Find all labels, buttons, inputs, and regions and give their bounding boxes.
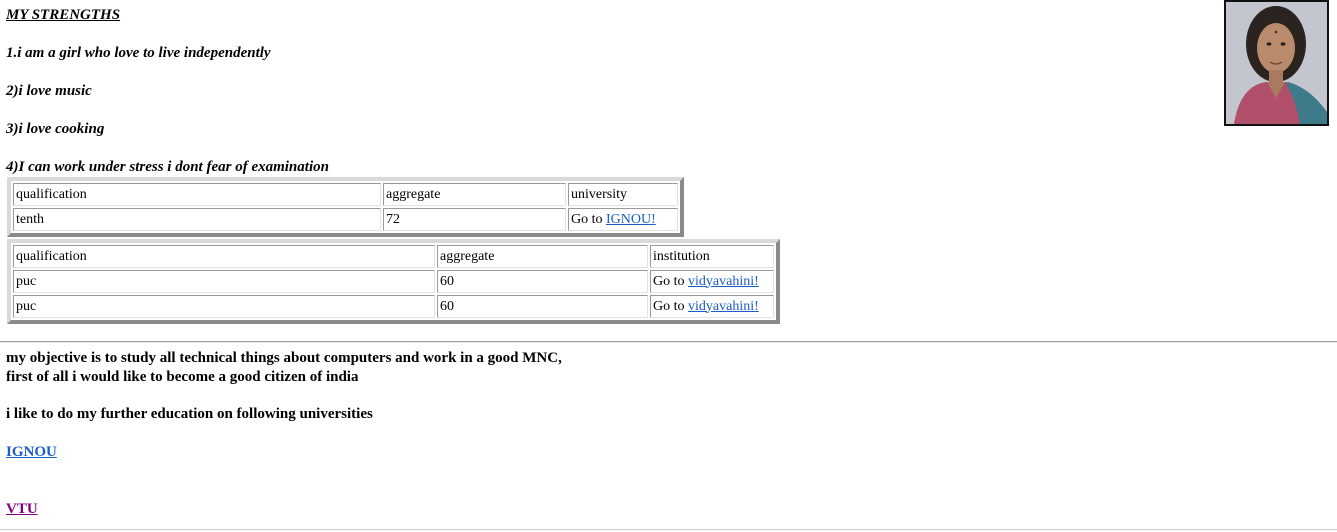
header-qualification: qualification <box>13 245 435 268</box>
table-header-row: qualification aggregate institution <box>13 245 774 268</box>
bottom-divider <box>0 529 1337 530</box>
header-university: university <box>568 183 678 206</box>
cell-institution: Go to vidyavahini! <box>650 270 774 293</box>
cell-university: Go to IGNOU! <box>568 208 678 231</box>
vidyavahini-link[interactable]: vidyavahini! <box>688 299 759 314</box>
header-qualification: qualification <box>13 183 381 206</box>
ignou-university-link[interactable]: IGNOU <box>6 444 57 461</box>
puc-qualification-table: qualification aggregate institution puc … <box>7 239 780 324</box>
cell-aggregate: 60 <box>437 270 648 293</box>
tenth-qualification-table: qualification aggregate university tenth… <box>7 177 684 237</box>
table-header-row: qualification aggregate university <box>13 183 678 206</box>
objective-line: first of all i would like to become a go… <box>6 369 359 385</box>
profile-photo-image <box>1226 2 1327 124</box>
objective-line: my objective is to study all technical t… <box>6 350 562 366</box>
strength-item: 1.i am a girl who love to live independe… <box>6 45 271 61</box>
vidyavahini-link[interactable]: vidyavahini! <box>688 274 759 289</box>
cell-qualification: puc <box>13 295 435 318</box>
cell-institution: Go to vidyavahini! <box>650 295 774 318</box>
page: MY STRENGTHS 1.i am a girl who love to l… <box>0 0 1337 532</box>
strength-item: 4)I can work under stress i dont fear of… <box>6 159 329 175</box>
ignou-link[interactable]: IGNOU! <box>606 212 656 227</box>
goto-text: Go to <box>653 298 685 314</box>
further-education-text: i like to do my further education on fol… <box>6 406 373 422</box>
cell-aggregate: 60 <box>437 295 648 318</box>
header-institution: institution <box>650 245 774 268</box>
cell-aggregate: 72 <box>383 208 566 231</box>
vtu-university-link[interactable]: VTU <box>6 501 38 518</box>
strength-item: 3)i love cooking <box>6 121 105 137</box>
strength-item: 2)i love music <box>6 83 92 99</box>
strengths-heading: MY STRENGTHS <box>6 7 121 23</box>
goto-text: Go to <box>571 211 603 227</box>
profile-photo <box>1224 0 1329 126</box>
table-row: puc 60 Go to vidyavahini! <box>13 270 774 293</box>
table-row: puc 60 Go to vidyavahini! <box>13 295 774 318</box>
header-aggregate: aggregate <box>383 183 566 206</box>
cell-qualification: tenth <box>13 208 381 231</box>
table-row: tenth 72 Go to IGNOU! <box>13 208 678 231</box>
header-aggregate: aggregate <box>437 245 648 268</box>
goto-text: Go to <box>653 273 685 289</box>
section-divider <box>0 341 1337 343</box>
cell-qualification: puc <box>13 270 435 293</box>
